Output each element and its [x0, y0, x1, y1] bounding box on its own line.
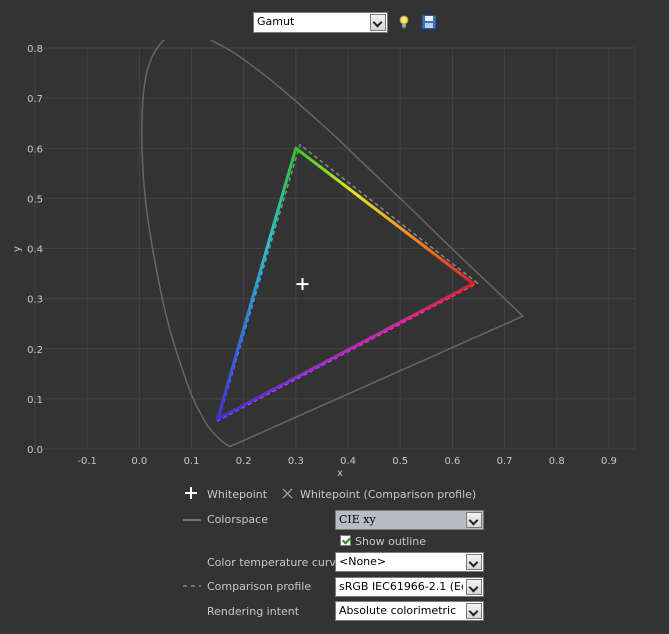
color-temp-select[interactable]: <None> [335, 552, 484, 572]
y-tick-label: 0.7 [27, 94, 43, 105]
whitepoint-comparison-legend: Whitepoint (Comparison profile) [300, 488, 477, 501]
chevron-down-icon[interactable] [466, 512, 482, 528]
x-tick-label: -0.1 [77, 456, 97, 467]
comparison-profile-label: Comparison profile [207, 580, 312, 593]
colorspace-triangle [216, 146, 475, 421]
y-tick-label: 0.4 [27, 245, 43, 256]
y-tick-label: 0.6 [27, 144, 43, 155]
x-tick-label: 0.2 [236, 456, 252, 467]
x-tick-label: 0.9 [601, 456, 617, 467]
y-tick-label: 0.1 [27, 395, 43, 406]
y-tick-label: 0.2 [27, 345, 43, 356]
rendering-intent-select-value: Absolute colorimetric [339, 604, 457, 617]
colorspace-label: Colorspace [207, 513, 268, 526]
y-tick-label: 0.0 [27, 445, 43, 456]
x-tick-label: 0.3 [288, 456, 304, 467]
show-outline-checkbox[interactable] [340, 535, 351, 546]
chromaticity-chart: -0.1 0.0 0.1 0.2 0.3 0.4 0.5 0.6 0.7 0.8 0.9 0.0 0.1… [12, 40, 636, 479]
comparison-profile-select[interactable]: sRGB IEC61966-2.1 (Equiv [335, 577, 484, 597]
spectral-locus [141, 40, 525, 448]
show-outline-label: Show outline [355, 535, 427, 548]
x-tick-label: 0.6 [444, 456, 460, 467]
y-tick-label: 0.3 [27, 295, 43, 306]
y-tick-label: 0.5 [27, 194, 43, 205]
comparison-profile-select-value: sRGB IEC61966-2.1 (Equiv [339, 580, 463, 593]
x-tick-label: 0.0 [131, 456, 147, 467]
colorspace-select[interactable]: CIE xy [335, 510, 484, 530]
view-select-value: Gamut [257, 15, 295, 28]
colorspace-line-icon [183, 519, 201, 521]
tick-labels: -0.1 0.0 0.1 0.2 0.3 0.4 0.5 0.6 0.7 0.8 0.9 0.0 0.1… [27, 44, 617, 467]
colorspace-select-value: CIE xy [339, 513, 376, 526]
grid [34, 47, 636, 450]
x-tick-label: 0.5 [392, 456, 408, 467]
rendering-intent-label: Rendering intent [207, 605, 300, 618]
x-tick-label: 0.1 [184, 456, 200, 467]
whitepoint-legend-icon [185, 487, 197, 499]
y-axis-label: y [12, 246, 23, 252]
chevron-down-icon[interactable] [466, 603, 482, 619]
chevron-down-icon[interactable] [370, 14, 386, 31]
x-tick-label: 0.8 [549, 456, 565, 467]
comparison-line-icon [183, 585, 201, 587]
x-tick-label: 0.4 [340, 456, 356, 467]
color-temp-select-value: <None> [339, 555, 387, 568]
toolbar: Gamut [0, 10, 669, 34]
save-icon[interactable] [421, 14, 437, 30]
chevron-down-icon[interactable] [466, 554, 482, 570]
y-tick-label: 0.8 [27, 44, 43, 55]
color-temp-label: Color temperature curve [207, 556, 343, 569]
rendering-intent-select[interactable]: Absolute colorimetric [335, 601, 484, 621]
spectral-locus-curve [141, 40, 525, 448]
whitepoint-comparison-legend-icon [282, 488, 293, 499]
x-tick-label: 0.7 [497, 456, 513, 467]
x-axis-label: x [337, 468, 343, 479]
whitepoint-legend: Whitepoint [207, 488, 268, 501]
whitepoint-marker [296, 278, 309, 291]
lightbulb-icon[interactable] [396, 14, 412, 30]
chevron-down-icon[interactable] [466, 579, 482, 595]
view-select[interactable]: Gamut [253, 12, 388, 33]
